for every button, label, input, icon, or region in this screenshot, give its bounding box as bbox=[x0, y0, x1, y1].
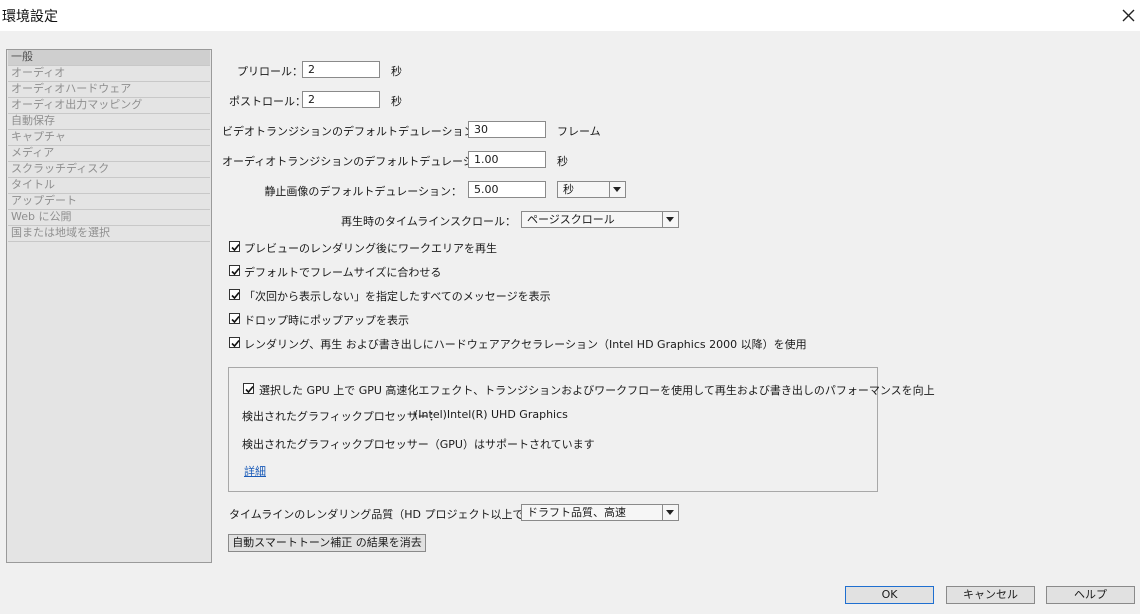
category-list: 一般 オーディオ オーディオハードウェア オーディオ出力マッピング 自動保存 キ… bbox=[6, 49, 212, 563]
video-transition-label: ビデオトランジションのデフォルトデュレーション： bbox=[222, 125, 486, 138]
still-image-unit-value: 秒 bbox=[563, 183, 574, 196]
checkbox-checked-icon[interactable] bbox=[229, 265, 240, 276]
render-quality-label: タイムラインのレンダリング品質（HD プロジェクト以上で有効）： bbox=[229, 508, 562, 521]
close-icon[interactable] bbox=[1115, 2, 1140, 28]
timeline-scroll-label: 再生時のタイムラインスクロール： bbox=[340, 215, 516, 228]
show-popup-on-drop-label: ドロップ時にポップアップを表示 bbox=[244, 314, 409, 327]
default-scale-to-frame-label: デフォルトでフレームサイズに合わせる bbox=[244, 266, 442, 279]
clear-smart-tone-button[interactable]: 自動スマートトーン補正 の結果を消去 bbox=[228, 534, 426, 552]
details-link[interactable]: 詳細 bbox=[244, 463, 266, 479]
detected-gpu-value: (Intel)Intel(R) UHD Graphics bbox=[414, 408, 568, 421]
sidebar-item-media[interactable]: メディア bbox=[8, 146, 210, 162]
chevron-down-icon[interactable] bbox=[662, 212, 678, 227]
play-work-area-after-render-label: プレビューのレンダリング後にワークエリアを再生 bbox=[244, 242, 497, 255]
cancel-button[interactable]: キャンセル bbox=[946, 586, 1035, 604]
show-all-messages-label: 「次回から表示しない」を指定したすべてのメッセージを表示 bbox=[244, 290, 551, 303]
sidebar-item-country-region[interactable]: 国または地域を選択 bbox=[8, 226, 210, 242]
sidebar-item-titles[interactable]: タイトル bbox=[8, 178, 210, 194]
chevron-down-icon[interactable] bbox=[662, 505, 678, 520]
render-quality-value: ドラフト品質、高速 bbox=[527, 506, 626, 519]
sidebar-item-general[interactable]: 一般 bbox=[8, 50, 210, 66]
sidebar-item-updates[interactable]: アップデート bbox=[8, 194, 210, 210]
title-bar bbox=[0, 0, 1140, 31]
sidebar-item-auto-save[interactable]: 自動保存 bbox=[8, 114, 210, 130]
help-button[interactable]: ヘルプ bbox=[1046, 586, 1135, 604]
checkbox-checked-icon[interactable] bbox=[229, 289, 240, 300]
audio-transition-unit: 秒 bbox=[557, 155, 568, 168]
render-quality-select[interactable]: ドラフト品質、高速 bbox=[521, 504, 679, 521]
preroll-unit: 秒 bbox=[391, 65, 402, 78]
checkbox-checked-icon[interactable] bbox=[229, 337, 240, 348]
gpu-support-text: 検出されたグラフィックプロセッサー（GPU）はサポートされています bbox=[242, 438, 595, 451]
video-transition-unit: フレーム bbox=[557, 125, 601, 138]
still-image-label: 静止画像のデフォルトデュレーション： bbox=[264, 185, 462, 198]
postroll-input[interactable]: 2 bbox=[302, 91, 380, 108]
preroll-label: プリロール： bbox=[237, 65, 303, 78]
timeline-scroll-select[interactable]: ページスクロール bbox=[521, 211, 679, 228]
checkbox-checked-icon[interactable] bbox=[229, 313, 240, 324]
sidebar-item-web-publish[interactable]: Web に公開 bbox=[8, 210, 210, 226]
timeline-scroll-value: ページスクロール bbox=[527, 213, 615, 226]
still-image-unit-select[interactable]: 秒 bbox=[557, 181, 626, 198]
audio-transition-label: オーディオトランジションのデフォルトデュレーション： bbox=[222, 155, 507, 168]
still-image-input[interactable]: 5.00 bbox=[468, 181, 546, 198]
hardware-acceleration-label: レンダリング、再生 および書き出しにハードウェアアクセラレーション（Intel … bbox=[244, 338, 807, 351]
postroll-unit: 秒 bbox=[391, 95, 402, 108]
window-title: 環境設定 bbox=[2, 9, 58, 25]
sidebar-item-scratch-disks[interactable]: スクラッチディスク bbox=[8, 162, 210, 178]
preroll-input[interactable]: 2 bbox=[302, 61, 380, 78]
audio-transition-input[interactable]: 1.00 bbox=[468, 151, 546, 168]
postroll-label: ポストロール： bbox=[229, 95, 306, 108]
ok-button[interactable]: OK bbox=[845, 586, 934, 604]
sidebar-item-audio-hardware[interactable]: オーディオハードウェア bbox=[8, 82, 210, 98]
chevron-down-icon[interactable] bbox=[609, 182, 625, 197]
checkbox-checked-icon[interactable] bbox=[229, 241, 240, 252]
sidebar-item-audio-output-mapping[interactable]: オーディオ出力マッピング bbox=[8, 98, 210, 114]
gpu-acceleration-label: 選択した GPU 上で GPU 高速化エフェクト、トランジションおよびワークフロ… bbox=[259, 384, 935, 397]
sidebar-item-capture[interactable]: キャプチャ bbox=[8, 130, 210, 146]
video-transition-input[interactable]: 30 bbox=[468, 121, 546, 138]
detected-gpu-label: 検出されたグラフィックプロセッサー： bbox=[242, 410, 440, 423]
sidebar-item-audio[interactable]: オーディオ bbox=[8, 66, 210, 82]
checkbox-checked-icon[interactable] bbox=[243, 383, 254, 394]
